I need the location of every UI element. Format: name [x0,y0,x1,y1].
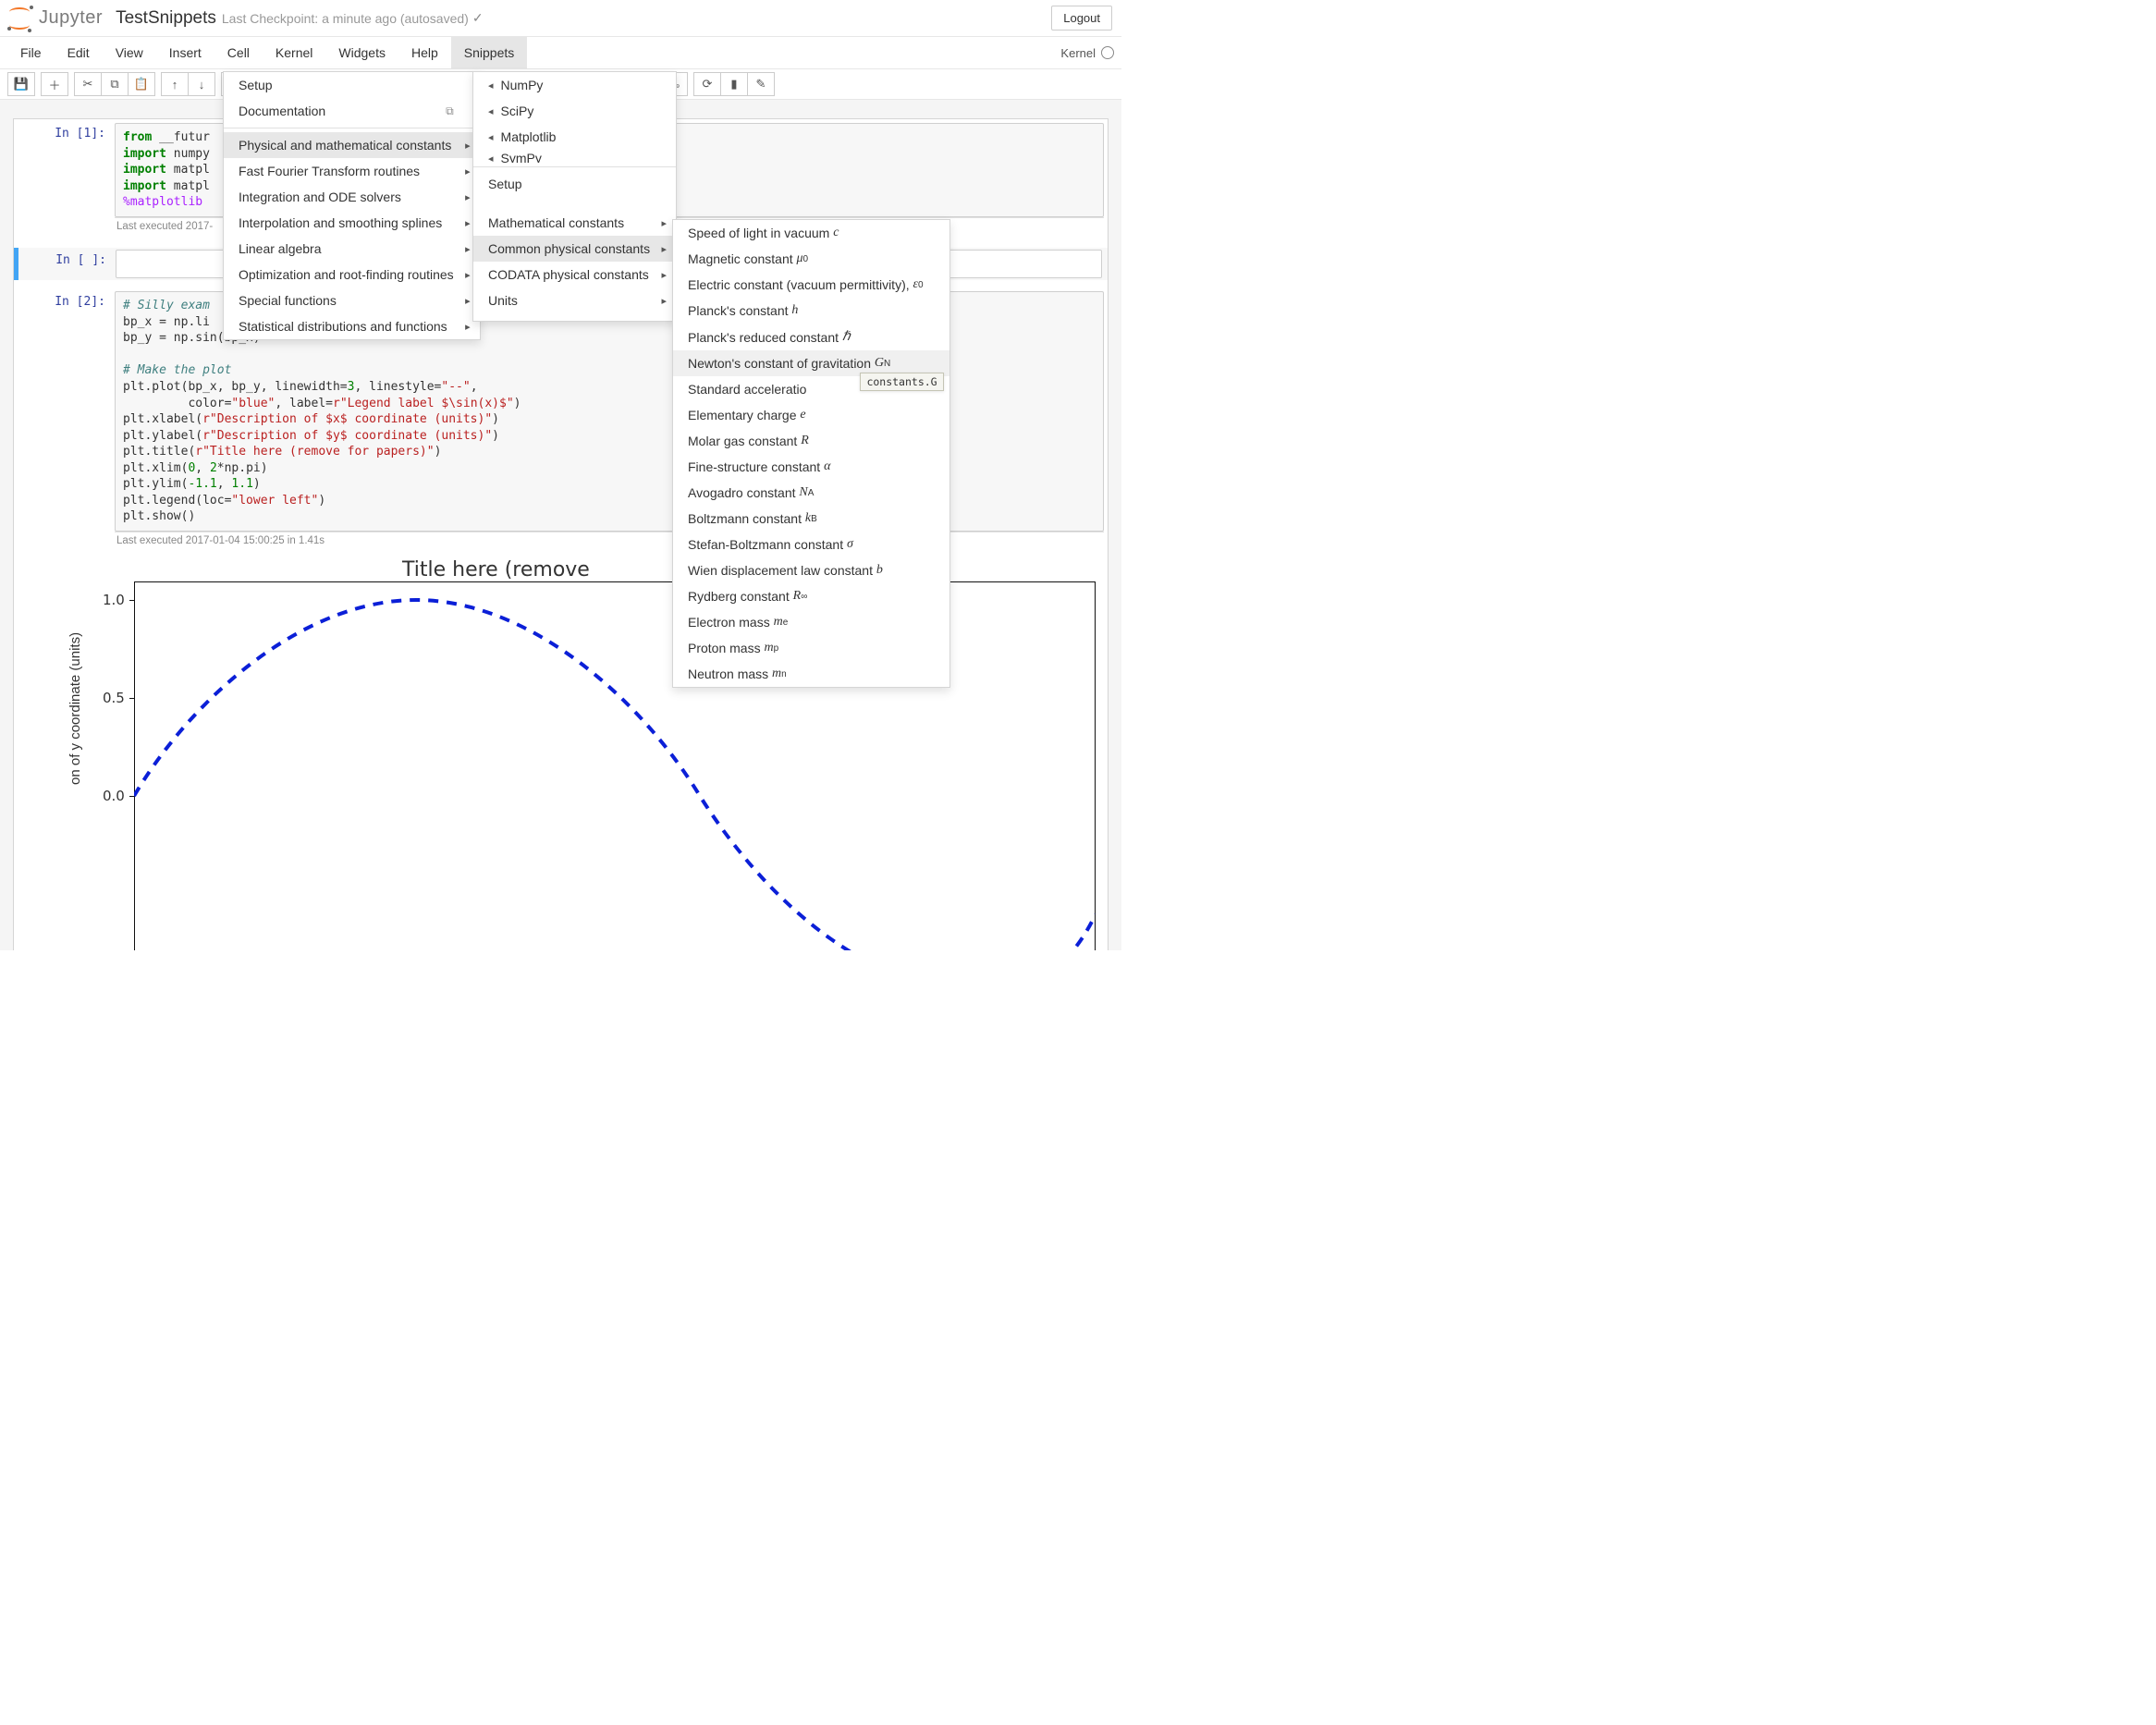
jupyter-logo[interactable]: Jupyter [9,6,103,31]
snippets-documentation[interactable]: Documentation ⧉ [224,98,480,124]
save-button[interactable]: 💾 [7,72,35,96]
const-mu0[interactable]: Magnetic constant μ0 [673,246,949,272]
copy-button[interactable]: ⧉ [101,72,129,96]
cut-button[interactable]: ✂ [74,72,102,96]
snippets-interpolation[interactable]: Interpolation and smoothing splines [224,210,480,236]
plot-axes [134,581,1096,950]
prompt-blank: In [ ]: [18,250,116,279]
scipy-math-constants[interactable]: Mathematical constants [473,210,676,236]
wrench-icon[interactable]: ✎ [747,72,775,96]
snippets-dropdown: Setup Documentation ⧉ Physical and mathe… [223,71,481,340]
menu-help[interactable]: Help [398,37,451,68]
menu-snippets[interactable]: Snippets [451,37,527,68]
menu-widgets[interactable]: Widgets [325,37,398,68]
snippets-stats[interactable]: Statistical distributions and functions [224,313,480,339]
const-b[interactable]: Wien displacement law constant b [673,557,949,583]
menu-cell[interactable]: Cell [214,37,263,68]
external-link-icon: ⧉ [446,104,454,118]
const-mn[interactable]: Neutron mass mn [673,661,949,687]
constants-dropdown: Speed of light in vacuum c Magnetic cons… [672,219,950,688]
const-h[interactable]: Planck's constant h [673,298,949,324]
const-sigma[interactable]: Stefan-Boltzmann constant σ [673,532,949,557]
scipy-dropdown: NumPy SciPy Matplotlib SymPy Setup Mathe… [472,71,677,322]
snippets-integration[interactable]: Integration and ODE solvers [224,184,480,210]
ytick-1: 1.0 [103,592,125,608]
exec-meta-2: Last executed 2017-01-04 15:00:25 in 1.4… [115,532,1104,551]
scipy-back-numpy[interactable]: NumPy [473,72,676,98]
plot-title: Title here (remove [402,558,590,581]
plot-ylabel: on of y coordinate (units) [67,632,83,785]
snippets-fft[interactable]: Fast Fourier Transform routines [224,158,480,184]
book-icon[interactable]: ▮ [720,72,748,96]
menu-view[interactable]: View [103,37,156,68]
dropdown-separator [473,166,676,167]
scipy-setup[interactable]: Setup [473,171,676,197]
menubar: File Edit View Insert Cell Kernel Widget… [0,37,1121,69]
const-hbar[interactable]: Planck's reduced constant ℏ [673,324,949,350]
logout-button[interactable]: Logout [1051,6,1112,31]
snippets-special[interactable]: Special functions [224,288,480,313]
const-eps0[interactable]: Electric constant (vacuum permittivity),… [673,272,949,298]
ytick-0: 0.0 [103,788,125,804]
add-cell-button[interactable]: ＋ [41,72,68,96]
const-kB[interactable]: Boltzmann constant kB [673,506,949,532]
kernel-status-icon [1101,46,1114,59]
menu-file[interactable]: File [7,37,55,68]
menu-insert[interactable]: Insert [156,37,214,68]
scipy-units[interactable]: Units [473,288,676,313]
scipy-common-constants[interactable]: Common physical constants [473,236,676,262]
snippets-linalg[interactable]: Linear algebra [224,236,480,262]
snippets-setup[interactable]: Setup [224,72,480,98]
menu-edit[interactable]: Edit [55,37,103,68]
move-up-button[interactable]: ↑ [161,72,189,96]
const-NA[interactable]: Avogadro constant NA [673,480,949,506]
const-alpha[interactable]: Fine-structure constant α [673,454,949,480]
paste-button[interactable]: 📋 [128,72,155,96]
scipy-back-sympy[interactable]: SymPy [473,150,676,163]
menu-kernel[interactable]: Kernel [263,37,325,68]
scipy-codata-constants[interactable]: CODATA physical constants [473,262,676,288]
snippets-documentation-label: Documentation [239,104,325,118]
prompt-in2: In [2]: [18,291,115,551]
notebook-name[interactable]: TestSnippets [116,8,216,29]
scipy-back-matplotlib[interactable]: Matplotlib [473,124,676,150]
checkpoint-status: Last Checkpoint: a minute ago (autosaved… [222,11,469,26]
refresh-icon[interactable]: ⟳ [693,72,721,96]
const-R[interactable]: Molar gas constant R [673,428,949,454]
constants-tooltip: constants.G [860,373,943,391]
kernel-menu-right[interactable]: Kernel [1060,46,1096,60]
const-g[interactable]: Standard acceleratio constants.G [673,376,949,402]
const-mp[interactable]: Proton mass mp [673,635,949,661]
move-down-button[interactable]: ↓ [188,72,215,96]
const-me[interactable]: Electron mass me [673,609,949,635]
snippets-optimization[interactable]: Optimization and root-finding routines [224,262,480,288]
const-Rinf[interactable]: Rydberg constant R∞ [673,583,949,609]
autosave-check-icon: ✓ [472,10,484,26]
ytick-05: 0.5 [103,690,125,706]
logo-text: Jupyter [39,7,103,29]
jupyter-icon [9,6,33,31]
const-c[interactable]: Speed of light in vacuum c [673,220,949,246]
const-e[interactable]: Elementary charge e [673,402,949,428]
snippets-physical-constants[interactable]: Physical and mathematical constants [224,132,480,158]
prompt-in1: In [1]: [18,123,115,237]
scipy-back-scipy[interactable]: SciPy [473,98,676,124]
